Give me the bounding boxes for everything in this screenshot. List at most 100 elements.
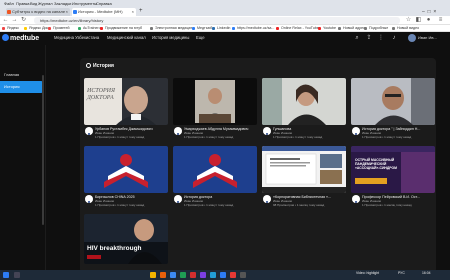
- video-card[interactable]: История доктора Иван Ишанов 1 Просмотров…: [173, 146, 257, 212]
- video-thumbnail[interactable]: [173, 78, 257, 125]
- close-tab-icon[interactable]: ×: [66, 8, 68, 16]
- forward-icon[interactable]: →: [11, 17, 18, 24]
- medtube-logo-icon: [2, 34, 9, 41]
- sidebar-scrollbar[interactable]: [42, 75, 44, 225]
- firefox-icon[interactable]: [160, 272, 166, 278]
- back-icon[interactable]: ←: [2, 17, 9, 24]
- reload-icon[interactable]: ↻: [20, 17, 27, 24]
- channel-avatar[interactable]: [174, 195, 182, 203]
- bookmark[interactable]: Подробные: [364, 26, 388, 31]
- video-thumbnail[interactable]: ОСТРЫЙ МАССИВНЫЙ ПАНДЕМИЧЕСКИЙ «АССОЦИАЙ…: [351, 146, 435, 193]
- app-icon[interactable]: [200, 272, 206, 278]
- menu-view[interactable]: Вид: [30, 1, 37, 6]
- nav-medical-channel[interactable]: Медицинский канал: [107, 35, 146, 41]
- app-header: medtube Медицина Узбекистана Медицинский…: [0, 32, 450, 45]
- video-thumbnail[interactable]: [351, 78, 435, 125]
- menu-bookmarks[interactable]: Закладки: [54, 1, 71, 6]
- video-card[interactable]: Умарходжаев Абдулла Мухаммадович Иван Иш…: [173, 78, 257, 144]
- bookmark[interactable]: https://medtube.uz/sa...: [232, 26, 274, 31]
- bookmark[interactable]: AuTrainer.ru: [78, 26, 103, 31]
- telegram-icon[interactable]: [210, 272, 216, 278]
- word-icon[interactable]: [170, 272, 176, 278]
- search-icon[interactable]: ⌕: [354, 35, 360, 41]
- video-card[interactable]: ОСТРЫЙ МАССИВНЫЙ ПАНДЕМИЧЕСКИЙ «АССОЦИАЙ…: [351, 146, 435, 212]
- bookmark[interactable]: Youtube: [318, 26, 336, 31]
- video-card[interactable]: История доктора " | Зайниддин Н... Иван …: [351, 78, 435, 144]
- star-icon[interactable]: ☆: [405, 17, 412, 24]
- nav-more[interactable]: Еще: [196, 35, 205, 41]
- video-card[interactable]: HIV breakthrough: [84, 214, 168, 273]
- video-thumbnail[interactable]: HIV breakthrough: [84, 214, 168, 264]
- menu-history[interactable]: Журнал: [38, 1, 53, 6]
- nav-uzbekistan-medicine[interactable]: Медицина Узбекистана: [54, 35, 99, 41]
- channel-avatar[interactable]: [263, 127, 271, 135]
- bookmark[interactable]: Новый видео: [392, 26, 419, 31]
- tab-history[interactable]: История - Medtube (MH) ×: [72, 8, 136, 16]
- video-meta: 1 Просмотров • 1 минут тому назад: [273, 135, 323, 139]
- video-card[interactable]: «Корпоративная Библиотечная »... Иван Иш…: [262, 146, 346, 212]
- video-card[interactable]: Биргишлов CHINA 2025 Иван Ишанов 1 Просм…: [84, 146, 168, 212]
- menu-tools[interactable]: Инструменты: [72, 1, 97, 6]
- news-logo-icon: [87, 255, 101, 259]
- clock[interactable]: 16:04: [422, 271, 431, 275]
- video-thumbnail[interactable]: [173, 146, 257, 193]
- medtube-logo[interactable]: medtube: [2, 34, 39, 43]
- bookmark[interactable]: Яндекс: [2, 26, 19, 31]
- upload-icon[interactable]: ⇪: [366, 35, 372, 41]
- explorer-icon[interactable]: [150, 272, 156, 278]
- sidebar: Главная История: [0, 45, 46, 270]
- channel-avatar[interactable]: [174, 127, 182, 135]
- bookmark[interactable]: Медтьюб: [192, 26, 212, 31]
- menu-icon[interactable]: ≡: [437, 17, 444, 24]
- bookmark[interactable]: Linkedin: [212, 26, 230, 31]
- sidebar-item-history[interactable]: История: [0, 81, 44, 93]
- bookmark[interactable]: Online Relax - YouTube: [276, 26, 319, 31]
- close-tab-icon[interactable]: ×: [132, 8, 134, 16]
- video-card[interactable]: ИСТОРИЯ ДОКТОРА Урбанов Рустамбек Джамши…: [84, 78, 168, 144]
- start-icon[interactable]: [3, 272, 9, 278]
- video-thumbnail[interactable]: [262, 78, 346, 125]
- bookmark[interactable]: Продвижение на ютуб: [100, 26, 142, 31]
- bookmark[interactable]: Новый адрес: [338, 26, 365, 31]
- channel-avatar[interactable]: [85, 195, 93, 203]
- menu-help[interactable]: Справка: [96, 1, 112, 6]
- video-thumbnail[interactable]: ИСТОРИЯ ДОКТОРА: [84, 78, 168, 125]
- pdf-icon[interactable]: [190, 272, 196, 278]
- sidebar-item-home[interactable]: Главная: [0, 69, 44, 81]
- channel-avatar[interactable]: [352, 127, 360, 135]
- tab-subtitles[interactable]: Субтитры к видео на канале ×: [6, 8, 70, 16]
- excel-icon[interactable]: [180, 272, 186, 278]
- chrome-icon[interactable]: [220, 272, 226, 278]
- nav-medicine-history[interactable]: История медицины: [152, 35, 189, 41]
- language-indicator[interactable]: РУС: [398, 271, 405, 275]
- menu-file[interactable]: Файл: [4, 1, 14, 6]
- video-meta: 1 Просмотров • 1 месяц тому назад: [362, 203, 412, 207]
- extensions-icon[interactable]: ◧: [415, 17, 422, 24]
- media-icon[interactable]: [230, 272, 236, 278]
- video-thumbnail[interactable]: [262, 146, 346, 193]
- search-taskbar-icon[interactable]: [14, 272, 20, 278]
- book-logo-icon: [263, 132, 271, 135]
- bookmark[interactable]: Прометей: [48, 26, 70, 31]
- video-meta: 1 Просмотров • 1 минут тому назад: [184, 203, 234, 207]
- video-thumbnail[interactable]: [84, 146, 168, 193]
- video-card[interactable]: Гулшанова Иван Ишанов 1 Просмотров • 1 м…: [262, 78, 346, 144]
- channel-avatar[interactable]: [352, 195, 360, 203]
- channel-avatar[interactable]: [85, 127, 93, 135]
- profile-icon[interactable]: ●: [425, 17, 432, 24]
- apps-icon[interactable]: ⋮: [378, 35, 384, 41]
- window-controls[interactable]: – □ ×: [420, 8, 448, 16]
- bookmark[interactable]: Электронная медицина: [150, 26, 194, 31]
- settings-icon[interactable]: [240, 272, 246, 278]
- youtube-favicon-icon: [7, 10, 11, 14]
- menu-edit[interactable]: Правка: [16, 1, 30, 6]
- thumbnail-image: [262, 78, 346, 125]
- address-bar[interactable]: https://medtube.uz/en/library/history: [34, 17, 400, 24]
- user-name[interactable]: Иван Ив...: [418, 35, 437, 41]
- bookmark[interactable]: Яндекс Диск: [24, 26, 50, 31]
- bell-icon[interactable]: ♪: [391, 35, 397, 41]
- history-icon: [86, 63, 91, 68]
- channel-avatar[interactable]: [263, 195, 271, 203]
- new-tab-button[interactable]: +: [138, 8, 146, 16]
- user-avatar[interactable]: [408, 34, 416, 42]
